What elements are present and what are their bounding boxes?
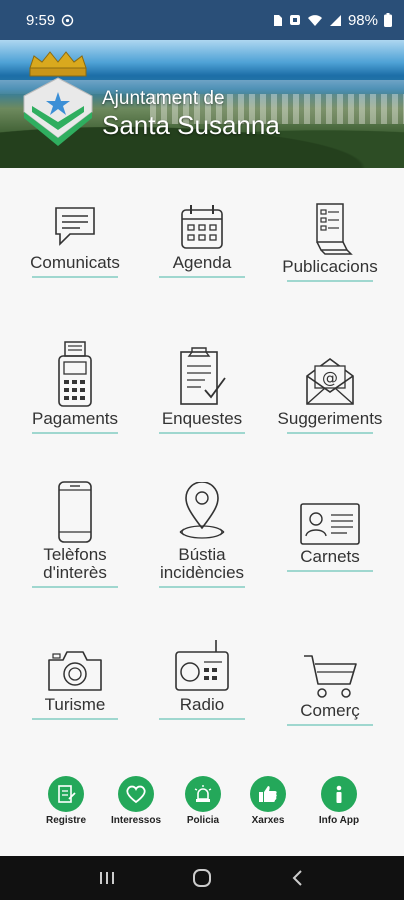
quick-link-label: Policia (186, 815, 220, 826)
calendar-icon (181, 205, 223, 249)
menu-item-label: Comunicats (30, 253, 120, 272)
menu-item-underline (159, 432, 245, 434)
documents-icon (316, 203, 353, 255)
quick-links-bar: Registre Interessos Policia Xarxes Info … (0, 776, 404, 836)
menu-item-label-line2: incidències (159, 563, 245, 582)
menu-item-underline (32, 432, 118, 434)
siren-icon (185, 776, 221, 812)
menu-item-label: Suggeriments (277, 409, 383, 428)
coat-of-arms-logo (23, 51, 93, 146)
menu-item-label: Pagaments (32, 409, 118, 428)
quick-link-label: Interessos (110, 815, 162, 826)
menu-item-underline (159, 718, 245, 720)
menu-item-publicacions[interactable]: Publicacions (270, 202, 390, 282)
header-title-line1: Ajuntament de (102, 88, 225, 109)
chat-icon (55, 207, 95, 246)
system-nav-bar (0, 856, 404, 900)
menu-item-label: Telèfons (43, 545, 107, 564)
back-icon (292, 870, 302, 886)
wifi-icon (307, 14, 323, 27)
shopping-cart-icon (304, 655, 357, 698)
quick-link-label: Registre (45, 815, 86, 826)
payment-terminal-icon (58, 341, 92, 407)
menu-item-pagaments[interactable]: Pagaments (15, 340, 135, 434)
menu-item-underline (287, 570, 373, 572)
thumbs-up-icon (250, 776, 286, 812)
recent-apps-button[interactable] (87, 863, 127, 893)
quick-link-label: Xarxes (251, 815, 285, 826)
back-button[interactable] (277, 863, 317, 893)
menu-item-turisme[interactable]: Turisme (15, 646, 135, 720)
menu-item-label: Carnets (300, 547, 360, 566)
battery-icon (384, 13, 392, 27)
menu-item-agenda[interactable]: Agenda (142, 202, 262, 278)
menu-item-underline (32, 276, 118, 278)
quick-link-policia[interactable]: Policia (168, 776, 238, 826)
menu-item-label: Agenda (172, 253, 232, 272)
envelope-at-icon: @ (306, 358, 354, 405)
header-title: Ajuntament de Santa Susanna (102, 88, 280, 141)
menu-item-bustia-incidencies[interactable]: Bústia incidències (142, 482, 262, 588)
quick-link-label: Info App (318, 815, 360, 826)
sync-icon (61, 14, 74, 27)
svg-text:@: @ (322, 368, 338, 387)
header-title-line2: Santa Susanna (102, 110, 280, 140)
home-icon (192, 869, 211, 887)
quick-link-interessos[interactable]: Interessos (101, 776, 171, 826)
battery-percent: 98% (347, 11, 378, 29)
quick-link-registre[interactable]: Registre (31, 776, 101, 826)
menu-item-underline (287, 280, 373, 282)
header-banner: Ajuntament de Santa Susanna (0, 36, 404, 168)
camera-icon (48, 651, 102, 691)
menu-item-comunicats[interactable]: Comunicats (15, 202, 135, 278)
menu-item-label: Turisme (44, 695, 106, 714)
heart-icon (118, 776, 154, 812)
status-time: 9:59 (26, 11, 56, 29)
register-icon (48, 776, 84, 812)
menu-item-label: Publicacions (282, 257, 378, 276)
menu-item-underline (32, 718, 118, 720)
menu-item-comerc[interactable]: Comerç (270, 652, 390, 726)
menu-item-telefons[interactable]: Telèfons d'interès (15, 480, 135, 588)
menu-item-label: Radio (179, 695, 225, 714)
menu-item-underline (287, 432, 373, 434)
menu-item-suggeriments[interactable]: @ Suggeriments (270, 356, 390, 434)
info-icon (321, 776, 357, 812)
menu-item-label: Comerç (300, 701, 360, 720)
menu-item-radio[interactable]: Radio (142, 638, 262, 720)
clipboard-check-icon (180, 347, 226, 405)
menu-item-underline (159, 276, 245, 278)
menu-item-enquestes[interactable]: Enquestes (142, 344, 262, 434)
id-card-icon (300, 503, 360, 545)
menu-item-carnets[interactable]: Carnets (270, 502, 390, 572)
recent-apps-icon (100, 872, 115, 884)
home-button[interactable] (182, 863, 222, 893)
status-bar: 9:59 98% (0, 0, 404, 40)
menu-item-underline (32, 586, 118, 588)
menu-item-underline (159, 586, 245, 588)
menu-item-label: Bústia (178, 545, 226, 564)
location-pin-icon (179, 482, 225, 539)
menu-item-label-line2: d'interès (43, 563, 107, 582)
signal-icon (329, 14, 342, 27)
radio-icon (175, 640, 229, 691)
sim-icon (273, 14, 283, 27)
phone-icon (58, 481, 92, 543)
menu-item-label: Enquestes (161, 409, 243, 428)
alarm-icon (289, 14, 301, 26)
quick-link-info-app[interactable]: Info App (304, 776, 374, 826)
quick-link-xarxes[interactable]: Xarxes (233, 776, 303, 826)
menu-item-underline (287, 724, 373, 726)
